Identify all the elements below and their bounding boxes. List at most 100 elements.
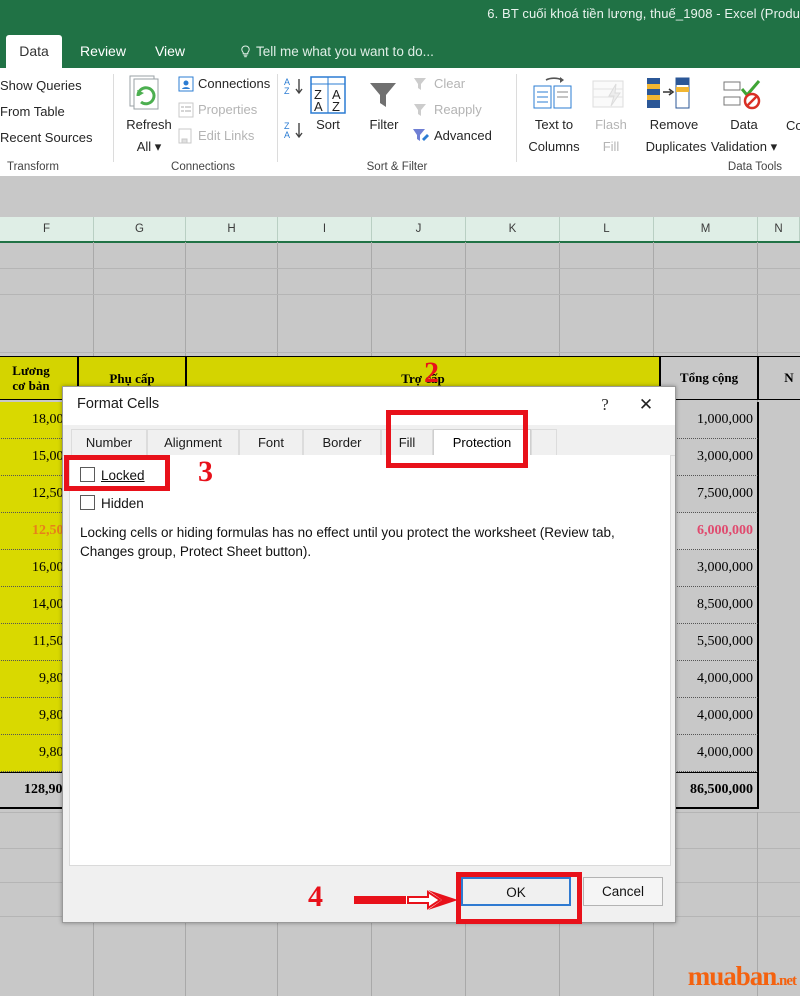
tab-view[interactable]: View xyxy=(146,35,194,68)
reapply-button: Reapply xyxy=(434,102,482,117)
edit-links-button: Edit Links xyxy=(198,128,255,143)
svg-text:Z: Z xyxy=(332,99,340,114)
edit-links-icon xyxy=(178,128,194,149)
watermark-brand: muaban xyxy=(687,961,778,991)
annotation-step-3: 3 xyxy=(198,455,213,488)
sort-dialog-icon[interactable]: ZAAZ xyxy=(310,76,346,119)
column-header-F[interactable]: F xyxy=(0,217,94,241)
ribbon-separator-3 xyxy=(516,74,517,162)
tab-review[interactable]: Review xyxy=(72,35,134,68)
svg-text:A: A xyxy=(314,99,323,114)
filter-button[interactable]: Filter xyxy=(360,118,408,132)
table-header-n[interactable]: N xyxy=(758,356,800,400)
properties-icon xyxy=(178,102,194,123)
hidden-checkbox-row[interactable]: Hidden xyxy=(80,495,144,511)
group-label-sort-filter: Sort & Filter xyxy=(366,161,428,173)
window-title: 6. BT cuối khoá tiền lương, thuế_1908 - … xyxy=(487,6,800,21)
window-titlebar: 6. BT cuối khoá tiền lương, thuế_1908 - … xyxy=(0,0,800,35)
dialog-tab-font[interactable]: Font xyxy=(239,429,303,455)
column-header-N[interactable]: N xyxy=(758,217,800,241)
help-icon[interactable]: ? xyxy=(593,393,617,417)
dialog-body: Locked Hidden Locking cells or hiding fo… xyxy=(69,455,671,866)
dialog-tab-alignment[interactable]: Alignment xyxy=(147,429,239,455)
ribbon-group-sort-filter: AZ ZA ZAAZ Sort Filter Clear Reapply Adv… xyxy=(282,68,512,176)
clear-button: Clear xyxy=(434,76,466,91)
annotation-box-locked-checkbox xyxy=(64,455,170,491)
column-header-G[interactable]: G xyxy=(94,217,186,241)
annotation-box-ok-button xyxy=(456,872,582,924)
sort-button[interactable]: Sort xyxy=(304,118,352,132)
refresh-label[interactable]: Refresh xyxy=(120,118,178,132)
cell-column-n[interactable] xyxy=(758,402,800,809)
hidden-checkbox[interactable] xyxy=(80,495,95,510)
annotation-box-protection-tab xyxy=(386,410,528,468)
column-header-J[interactable]: J xyxy=(372,217,466,241)
text-to-columns-label-2[interactable]: Columns xyxy=(520,140,588,154)
refresh-all-icon[interactable] xyxy=(126,74,170,119)
connections-icon[interactable] xyxy=(178,76,194,97)
connections-button[interactable]: Connections xyxy=(198,76,270,91)
tell-me-box[interactable]: Tell me what you want to do... xyxy=(240,35,434,68)
svg-text:A: A xyxy=(284,130,290,140)
protection-help-text: Locking cells or hiding formulas has no … xyxy=(80,525,615,559)
properties-button: Properties xyxy=(198,102,258,117)
column-header-K[interactable]: K xyxy=(466,217,560,241)
tab-data[interactable]: Data xyxy=(6,35,62,68)
remove-duplicates-icon[interactable] xyxy=(646,76,694,119)
refresh-all-label[interactable]: All ▾ xyxy=(120,140,178,154)
group-label-connections: Connections xyxy=(171,161,235,173)
remove-duplicates-label-1[interactable]: Remove xyxy=(638,118,710,132)
ribbon-group-transform: Show Queries From Table Recent Sources T… xyxy=(0,68,112,176)
ribbon-separator-1 xyxy=(113,74,114,162)
column-header-I[interactable]: I xyxy=(278,217,372,241)
column-header-H[interactable]: H xyxy=(186,217,278,241)
flash-fill-label-1: Flash xyxy=(595,117,627,132)
show-queries-button[interactable]: Show Queries xyxy=(0,78,82,93)
text-to-columns-label-1[interactable]: Text to xyxy=(520,118,588,132)
watermark-tld: .net xyxy=(776,973,797,989)
tell-me-label: Tell me what you want to do... xyxy=(256,44,434,59)
advanced-button[interactable]: Advanced xyxy=(434,128,492,143)
ribbon-tabstrip: Data Review View Tell me what you want t… xyxy=(0,35,800,68)
data-validation-label-2[interactable]: Validation ▾ xyxy=(706,140,782,154)
gridline-h-3 xyxy=(0,352,800,353)
clear-filter-icon xyxy=(412,76,430,97)
lightbulb-icon xyxy=(240,37,251,58)
dialog-titlebar: Format Cells ? ✕ xyxy=(63,387,675,425)
hidden-label: Hidden xyxy=(101,496,144,511)
column-header-M[interactable]: M xyxy=(654,217,758,241)
dialog-tab-border[interactable]: Border xyxy=(303,429,381,455)
filter-icon[interactable] xyxy=(366,78,400,117)
sort-ascending-icon[interactable]: AZ xyxy=(284,76,304,103)
cancel-button[interactable]: Cancel xyxy=(583,877,663,906)
column-header-row: F G H I J K L M N xyxy=(0,217,800,243)
consolidate-button[interactable]: Co xyxy=(786,118,800,133)
dialog-tab-number[interactable]: Number xyxy=(71,429,147,455)
annotation-step-2: 2 xyxy=(424,356,439,389)
gridline-h-1 xyxy=(0,268,800,269)
sort-descending-icon[interactable]: ZA xyxy=(284,120,304,147)
text-to-columns-icon[interactable] xyxy=(532,76,574,119)
annotation-arrow-to-ok xyxy=(352,887,462,918)
advanced-filter-icon[interactable] xyxy=(412,128,430,149)
recent-sources-button[interactable]: Recent Sources xyxy=(0,130,93,145)
ribbon-separator-2 xyxy=(277,74,278,162)
data-validation-icon[interactable] xyxy=(722,76,766,119)
dialog-tab-spacer xyxy=(531,429,557,455)
gridline-h-2 xyxy=(0,294,800,295)
ribbon: Show Queries From Table Recent Sources T… xyxy=(0,68,800,177)
dialog-tabstrip: Number Alignment Font Border Fill Protec… xyxy=(63,425,675,459)
data-validation-label-1[interactable]: Data xyxy=(716,118,772,132)
close-icon[interactable]: ✕ xyxy=(633,393,659,417)
group-label-data-tools: Data Tools xyxy=(727,161,783,173)
dialog-title: Format Cells xyxy=(77,396,160,412)
watermark: muaban.net xyxy=(687,961,797,992)
group-label-transform: Transform xyxy=(7,161,59,173)
flash-fill-label-2: Fill xyxy=(602,139,620,154)
column-header-L[interactable]: L xyxy=(560,217,654,241)
reapply-filter-icon xyxy=(412,102,430,123)
ribbon-group-data-tools: Text to Columns Flash Fill Remove Duplic… xyxy=(520,68,800,176)
ribbon-group-connections: Refresh All ▾ Connections Properties Edi… xyxy=(118,68,273,176)
from-table-button[interactable]: From Table xyxy=(0,104,65,119)
annotation-step-4: 4 xyxy=(308,880,323,913)
